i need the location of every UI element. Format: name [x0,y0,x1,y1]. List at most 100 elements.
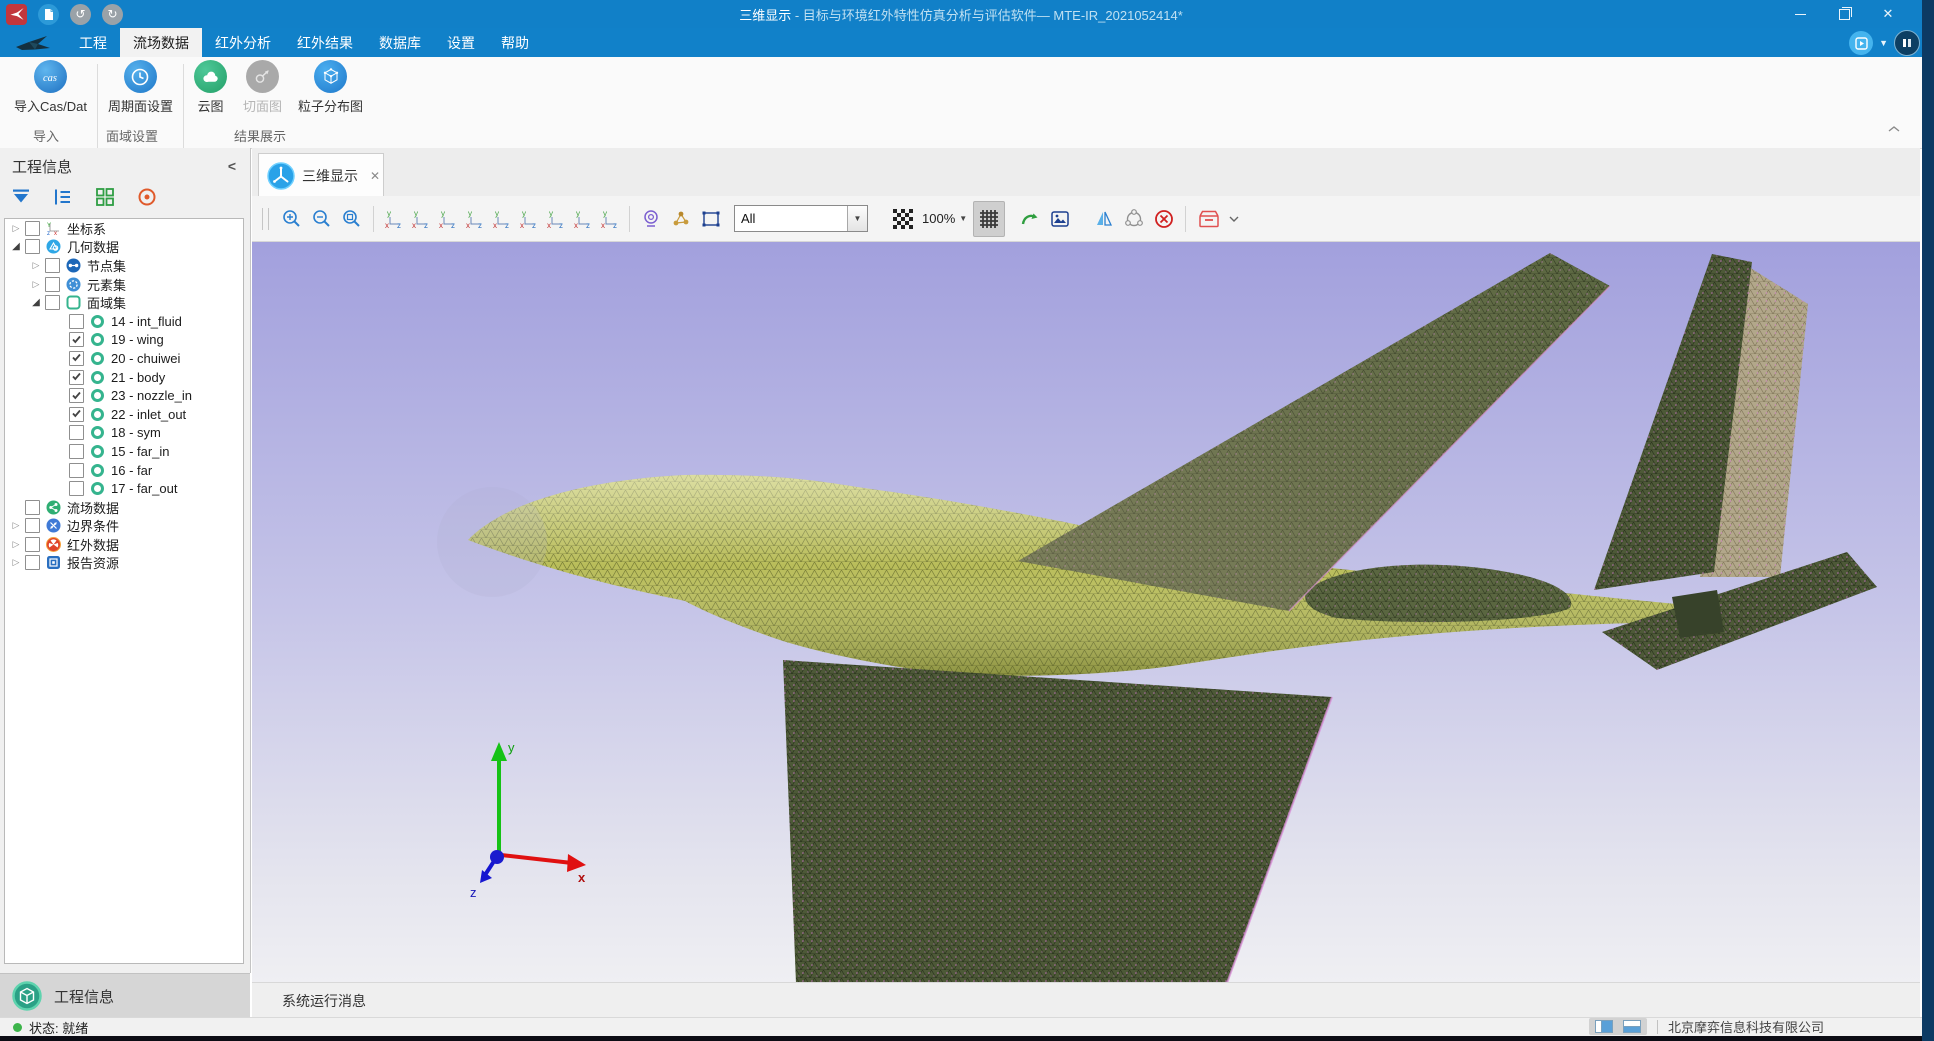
expand-arrow-icon[interactable]: ▷ [9,539,23,550]
view-left-button[interactable]: yxz [434,202,461,236]
combo-dropdown-icon[interactable]: ▼ [847,206,867,231]
target-tool-icon[interactable] [136,186,158,208]
tree-item-17---far_out[interactable]: 17 - far_out [5,479,243,498]
tree-item-label[interactable]: 18 - sym [111,425,161,440]
tree-item-label[interactable]: 元素集 [87,275,126,294]
toolbar-grip[interactable] [262,208,269,230]
list-tool-icon[interactable] [52,186,74,208]
expand-arrow-icon[interactable]: ▷ [9,223,23,234]
mirror-button[interactable] [1089,202,1119,236]
tree-item-label[interactable]: 15 - far_in [111,444,170,459]
tree-item-label[interactable]: 红外数据 [67,535,119,554]
tree-item-几何数据[interactable]: ◢ 几何数据 [5,238,243,257]
zoom-level-dropdown[interactable]: 100%▼ [922,211,967,226]
tree-checkbox[interactable] [69,351,84,366]
tree-item-22---inlet_out[interactable]: 22 - inlet_out [5,405,243,424]
grid-toggle-button[interactable] [973,201,1005,237]
tree-item-18---sym[interactable]: 18 - sym [5,424,243,443]
tree-checkbox[interactable] [69,370,84,385]
close-button[interactable]: ✕ [1866,0,1910,28]
tree-item-label[interactable]: 面域集 [87,293,126,312]
collapse-arrow-icon[interactable]: ◢ [9,241,23,252]
collapse-ribbon-icon[interactable] [1888,121,1900,136]
panel-collapse-icon[interactable]: < [228,158,236,174]
zoom-fit-button[interactable] [337,202,367,236]
menu-item-4[interactable]: 红外结果 [284,28,366,57]
tree-item-label[interactable]: 报告资源 [67,553,119,572]
package-dropdown-icon[interactable] [1228,211,1240,226]
menu-item-5[interactable]: 数据库 [366,28,434,57]
tree-checkbox[interactable] [69,407,84,422]
menu-item-6[interactable]: 设置 [434,28,488,57]
ring-nodes-button[interactable] [1119,202,1149,236]
forward-button[interactable] [1015,202,1045,236]
tree-item-label[interactable]: 几何数据 [67,237,119,256]
menu-item-2[interactable]: 流场数据 [120,28,202,57]
tab-3d-display[interactable]: 三维显示 ✕ [258,153,384,197]
tree-checkbox[interactable] [69,463,84,478]
tree-item-边界条件[interactable]: ▷ 边界条件 [5,517,243,536]
molecule-button[interactable] [666,202,696,236]
tree-item-红外数据[interactable]: ▷ 红外数据 [5,535,243,554]
tree-item-label[interactable]: 17 - far_out [111,481,178,496]
layout-left-panel-icon[interactable] [1595,1020,1613,1033]
tree-item-label[interactable]: 边界条件 [67,516,119,535]
tree-item-label[interactable]: 节点集 [87,256,126,275]
tree-item-23---nozzle_in[interactable]: 23 - nozzle_in [5,386,243,405]
tree-checkbox[interactable] [69,314,84,329]
project-info-footer-button[interactable]: 工程信息 [0,973,250,1018]
menu-item-3[interactable]: 红外分析 [202,28,284,57]
tree-checkbox[interactable] [69,332,84,347]
tree-item-面域集[interactable]: ◢ 面域集 [5,293,243,312]
tree-checkbox[interactable] [45,277,60,292]
chevron-down-icon[interactable]: ▼ [1879,38,1888,48]
tree-checkbox[interactable] [69,425,84,440]
transparency-checker-button[interactable] [888,202,918,236]
select-box-button[interactable] [696,202,726,236]
minimize-button[interactable] [1778,0,1822,28]
zoom-in-button[interactable] [277,202,307,236]
layout-bottom-panel-icon[interactable] [1623,1020,1641,1033]
tree-checkbox[interactable] [69,388,84,403]
tree-item-节点集[interactable]: ▷ 节点集 [5,256,243,275]
theme-icon[interactable] [1849,31,1873,55]
delete-button[interactable] [1149,202,1179,236]
tree-checkbox[interactable] [25,239,40,254]
restore-button[interactable] [1822,0,1866,28]
viewport-canvas[interactable]: y x z [252,242,1920,982]
collapse-arrow-icon[interactable]: ◢ [29,297,43,308]
tab-close-icon[interactable]: ✕ [370,169,380,183]
tree-item-label[interactable]: 23 - nozzle_in [111,388,192,403]
tree-item-21---body[interactable]: 21 - body [5,368,243,387]
tree-item-元素集[interactable]: ▷元素集 [5,275,243,294]
menu-item-7[interactable]: 帮助 [488,28,542,57]
probe-button[interactable] [636,202,666,236]
view-bottom-button[interactable]: yxz [515,202,542,236]
tree-checkbox[interactable] [25,555,40,570]
tree-item-label[interactable]: 21 - body [111,370,165,385]
redo-icon[interactable]: ↻ [102,4,123,25]
tree-item-label[interactable]: 坐标系 [67,219,106,238]
tree-item-label[interactable]: 14 - int_fluid [111,314,182,329]
tree-item-19---wing[interactable]: 19 - wing [5,331,243,350]
undo-icon[interactable]: ↺ [70,4,91,25]
expand-arrow-icon[interactable]: ▷ [9,557,23,568]
tree-item-label[interactable]: 流场数据 [67,498,119,517]
expand-arrow-icon[interactable]: ▷ [9,520,23,531]
display-filter-select[interactable]: All▼ [734,205,868,232]
tree-checkbox[interactable] [25,221,40,236]
export-image-button[interactable] [1045,202,1075,236]
view-iso-button[interactable]: yxz [542,202,569,236]
tree-item-坐标系[interactable]: ▷Yzx坐标系 [5,219,243,238]
account-icon[interactable] [1894,30,1920,56]
expand-arrow-icon[interactable]: ▷ [29,260,43,271]
tree-item-label[interactable]: 19 - wing [111,332,164,347]
tree-item-14---int_fluid[interactable]: 14 - int_fluid [5,312,243,331]
tree-checkbox[interactable] [25,500,40,515]
tree-item-流场数据[interactable]: 流场数据 [5,498,243,517]
tree-checkbox[interactable] [45,258,60,273]
grid-tool-icon[interactable] [94,186,116,208]
app-icon[interactable] [6,4,27,25]
view-front-button[interactable]: yxz [380,202,407,236]
tree-item-报告资源[interactable]: ▷ 报告资源 [5,554,243,573]
